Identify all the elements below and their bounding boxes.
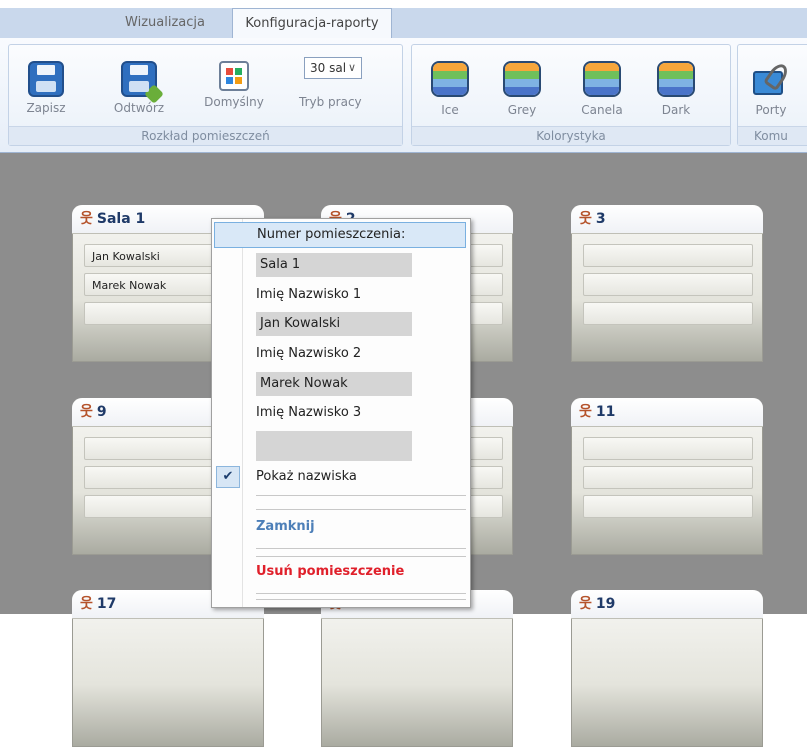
room-header: 웃 19 — [571, 590, 763, 619]
theme-grey-icon — [503, 61, 541, 97]
imie-nazwisko-2-input[interactable]: Marek Nowak — [256, 372, 412, 396]
room-person-slot[interactable] — [583, 495, 753, 518]
menu-separator — [256, 548, 466, 549]
room-title: 17 — [96, 596, 117, 612]
numer-pomieszczenia-label: Numer pomieszczenia: — [214, 222, 466, 248]
menu-separator — [256, 556, 466, 557]
imie-nazwisko-1-input[interactable]: Jan Kowalski — [256, 312, 412, 336]
floppy-restore-icon — [121, 61, 164, 104]
person-icon: 웃 — [579, 596, 592, 612]
room-person-slot[interactable] — [583, 466, 753, 489]
room-title: 11 — [595, 404, 616, 420]
menu-gutter — [242, 219, 243, 607]
ports-wrench-icon — [751, 60, 792, 99]
room-tile[interactable]: 웃 11 — [571, 398, 763, 555]
zamknij-item[interactable]: Zamknij — [256, 515, 315, 539]
group-rozklad-pomieszczen: Zapisz Odtwórz Domyślny 30 sal ∨ Tryb pr… — [8, 44, 403, 146]
imie-nazwisko-3-label: Imię Nazwisko 3 — [256, 405, 362, 420]
usun-pomieszczenie-item[interactable]: Usuń pomieszczenie — [256, 560, 404, 584]
theme-canela-button[interactable]: Canela — [572, 61, 632, 117]
room-person-slot[interactable] — [583, 302, 753, 325]
default-layout-icon — [219, 61, 249, 91]
theme-grey-button[interactable]: Grey — [494, 61, 550, 117]
room-title: 3 — [595, 211, 606, 227]
zapisz-label: Zapisz — [26, 101, 66, 115]
tab-bar: Wizualizacja Konfiguracja-raporty — [0, 0, 807, 39]
group-label-rozklad: Rozkład pomieszczeń — [9, 126, 402, 145]
dark-label: Dark — [661, 103, 691, 117]
person-icon: 웃 — [80, 596, 93, 612]
group-kolorystyka: Ice Grey Canela Dark Kolorystyka — [411, 44, 731, 146]
person-icon: 웃 — [579, 404, 592, 420]
theme-ice-icon — [431, 61, 469, 97]
room-title: 19 — [595, 596, 616, 612]
group-label-komunikacja: Komu — [738, 126, 807, 145]
theme-canela-icon — [583, 61, 621, 97]
room-header: 웃3 — [571, 205, 763, 234]
odtworz-label: Odtwórz — [113, 101, 165, 115]
theme-dark-icon — [657, 61, 695, 97]
theme-dark-button[interactable]: Dark — [648, 61, 704, 117]
odtworz-button[interactable]: Odtwórz — [107, 61, 171, 115]
room-tile[interactable]: 웃3 — [571, 205, 763, 362]
grey-label: Grey — [507, 103, 537, 117]
domyslny-button[interactable]: Domyślny — [201, 61, 267, 109]
pokaz-nazwiska-item[interactable]: Pokaż nazwiska — [256, 465, 357, 489]
imie-nazwisko-3-input[interactable] — [256, 431, 412, 461]
room-person-slot[interactable] — [583, 437, 753, 460]
tryb-pracy-select[interactable]: 30 sal ∨ — [304, 57, 362, 79]
room-person-slot[interactable] — [583, 244, 753, 267]
menu-separator — [256, 495, 466, 496]
group-label-kolorystyka: Kolorystyka — [412, 126, 730, 145]
domyslny-label: Domyślny — [204, 95, 264, 109]
person-icon: 웃 — [579, 211, 592, 227]
check-icon: ✔ — [216, 466, 240, 488]
floppy-save-icon — [28, 61, 64, 97]
room-header: 웃 11 — [571, 398, 763, 427]
tab-wizualizacja[interactable]: Wizualizacja — [100, 8, 230, 38]
menu-separator — [256, 599, 466, 600]
room-person-slot[interactable] — [583, 273, 753, 296]
tryb-pracy-label: Tryb pracy — [299, 95, 362, 109]
ribbon: Zapisz Odtwórz Domyślny 30 sal ∨ Tryb pr… — [0, 38, 807, 153]
tab-konfiguracja-raporty[interactable]: Konfiguracja-raporty — [232, 8, 392, 39]
tryb-pracy-value: 30 sal — [310, 61, 347, 75]
chevron-down-icon: ∨ — [347, 61, 356, 74]
person-icon: 웃 — [80, 211, 93, 227]
porty-button[interactable]: Porty — [746, 60, 796, 117]
menu-separator — [256, 509, 466, 510]
ice-label: Ice — [441, 103, 459, 117]
person-icon: 웃 — [80, 404, 93, 420]
numer-pomieszczenia-input[interactable]: Sala 1 — [256, 253, 412, 277]
imie-nazwisko-2-label: Imię Nazwisko 2 — [256, 346, 362, 361]
imie-nazwisko-1-label: Imię Nazwisko 1 — [256, 287, 362, 302]
room-title: 9 — [96, 404, 107, 420]
room-title: Sala 1 — [96, 211, 146, 227]
theme-ice-button[interactable]: Ice — [422, 61, 478, 117]
group-komunikacja: Porty Komu — [737, 44, 807, 146]
canela-label: Canela — [581, 103, 623, 117]
room-context-menu: Numer pomieszczenia: Sala 1 Imię Nazwisk… — [211, 218, 471, 608]
menu-separator — [256, 593, 466, 594]
porty-label: Porty — [755, 103, 787, 117]
zapisz-button[interactable]: Zapisz — [21, 61, 71, 115]
